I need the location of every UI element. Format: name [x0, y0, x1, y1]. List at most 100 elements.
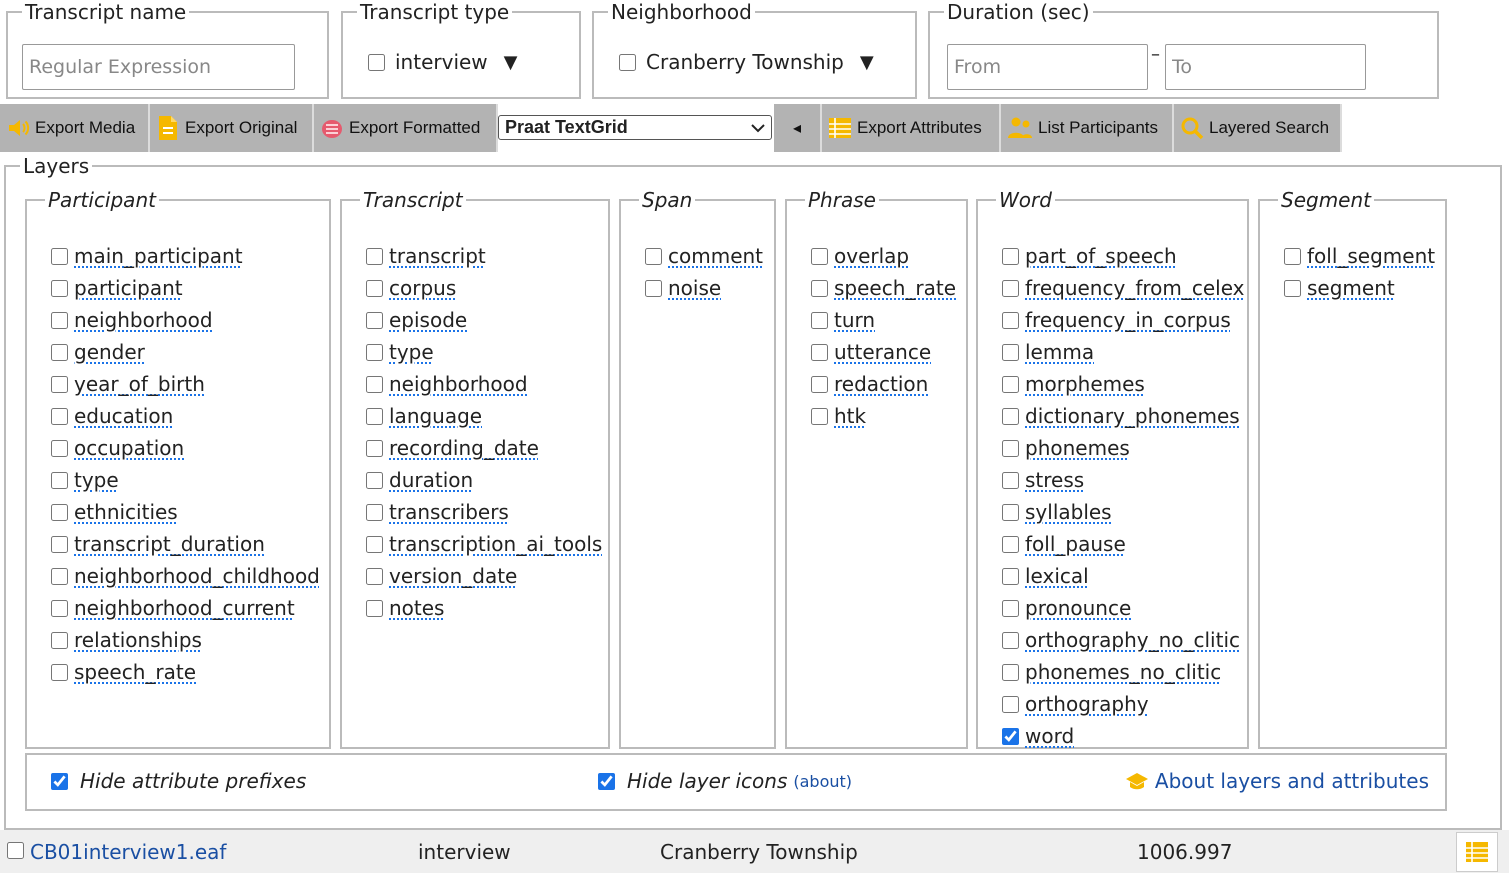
- layer-label[interactable]: notes: [389, 596, 444, 620]
- layer-label[interactable]: version_date: [389, 564, 517, 588]
- duration-from-input[interactable]: [947, 44, 1148, 90]
- layer-label[interactable]: stress: [1025, 468, 1084, 492]
- layer-checkbox[interactable]: [1002, 407, 1019, 425]
- about-icons-link[interactable]: (about): [793, 772, 852, 791]
- layer-item-main-participant[interactable]: main_participant: [51, 240, 320, 272]
- layer-item-education[interactable]: education: [51, 400, 320, 432]
- layer-checkbox[interactable]: [1002, 727, 1019, 745]
- layer-label[interactable]: frequency_in_corpus: [1025, 308, 1231, 332]
- layer-checkbox[interactable]: [811, 407, 828, 425]
- layer-item-comment[interactable]: comment: [645, 240, 763, 272]
- layer-label[interactable]: gender: [74, 340, 145, 364]
- layered-search-button[interactable]: Layered Search: [1174, 104, 1342, 152]
- layer-label[interactable]: speech_rate: [834, 276, 956, 300]
- layer-item-orthography[interactable]: orthography: [1002, 688, 1245, 720]
- layer-label[interactable]: transcript_duration: [74, 532, 265, 556]
- hide-attribute-prefixes-checkbox[interactable]: [51, 772, 68, 790]
- layer-item-speech-rate[interactable]: speech_rate: [51, 656, 320, 688]
- layer-checkbox[interactable]: [1002, 567, 1019, 585]
- layer-item-segment[interactable]: segment: [1284, 272, 1435, 304]
- layer-label[interactable]: noise: [668, 276, 721, 300]
- about-layers-link[interactable]: About layers and attributes: [1125, 769, 1429, 793]
- layer-label[interactable]: overlap: [834, 244, 909, 268]
- layer-item-relationships[interactable]: relationships: [51, 624, 320, 656]
- layer-checkbox[interactable]: [366, 311, 383, 329]
- layer-checkbox[interactable]: [366, 599, 383, 617]
- layer-checkbox[interactable]: [1002, 311, 1019, 329]
- layer-checkbox[interactable]: [1002, 695, 1019, 713]
- layer-checkbox[interactable]: [366, 567, 383, 585]
- layer-label[interactable]: foll_segment: [1307, 244, 1435, 268]
- layer-label[interactable]: syllables: [1025, 500, 1112, 524]
- layer-item-ethnicities[interactable]: ethnicities: [51, 496, 320, 528]
- layer-item-frequency-from-celex[interactable]: frequency_from_celex: [1002, 272, 1245, 304]
- layer-item-neighborhood-childhood[interactable]: neighborhood_childhood: [51, 560, 320, 592]
- layer-item-foll-pause[interactable]: foll_pause: [1002, 528, 1245, 560]
- layer-label[interactable]: neighborhood: [389, 372, 528, 396]
- layer-checkbox[interactable]: [51, 279, 68, 297]
- layer-checkbox[interactable]: [51, 311, 68, 329]
- layer-label[interactable]: neighborhood: [74, 308, 213, 332]
- layer-item-redaction[interactable]: redaction: [811, 368, 956, 400]
- layer-item-word[interactable]: word: [1002, 720, 1245, 752]
- layer-checkbox[interactable]: [1002, 631, 1019, 649]
- layer-label[interactable]: occupation: [74, 436, 184, 460]
- layer-checkbox[interactable]: [51, 503, 68, 521]
- layer-checkbox[interactable]: [51, 631, 68, 649]
- layer-checkbox[interactable]: [51, 663, 68, 681]
- export-original-button[interactable]: Export Original: [150, 104, 314, 152]
- layer-item-transcript-duration[interactable]: transcript_duration: [51, 528, 320, 560]
- layer-label[interactable]: morphemes: [1025, 372, 1145, 396]
- layer-checkbox[interactable]: [1002, 439, 1019, 457]
- layer-label[interactable]: foll_pause: [1025, 532, 1126, 556]
- transcript-name-input[interactable]: [22, 44, 295, 90]
- layer-label[interactable]: comment: [668, 244, 763, 268]
- layer-label[interactable]: htk: [834, 404, 866, 428]
- layer-checkbox[interactable]: [811, 247, 828, 265]
- layer-checkbox[interactable]: [51, 471, 68, 489]
- layer-label[interactable]: recording_date: [389, 436, 539, 460]
- layer-label[interactable]: pronounce: [1025, 596, 1131, 620]
- layer-item-utterance[interactable]: utterance: [811, 336, 956, 368]
- layer-label[interactable]: phonemes_no_clitic: [1025, 660, 1221, 684]
- layer-item-htk[interactable]: htk: [811, 400, 956, 432]
- layer-item-year-of-birth[interactable]: year_of_birth: [51, 368, 320, 400]
- layer-item-gender[interactable]: gender: [51, 336, 320, 368]
- layer-item-neighborhood[interactable]: neighborhood: [51, 304, 320, 336]
- hide-layer-icons-checkbox[interactable]: [598, 772, 615, 790]
- layer-label[interactable]: year_of_birth: [74, 372, 205, 396]
- layer-label[interactable]: transcript: [389, 244, 486, 268]
- layer-item-type[interactable]: type: [366, 336, 602, 368]
- layer-checkbox[interactable]: [51, 407, 68, 425]
- layer-item-episode[interactable]: episode: [366, 304, 602, 336]
- layer-checkbox[interactable]: [1002, 247, 1019, 265]
- layer-label[interactable]: frequency_from_celex: [1025, 276, 1245, 300]
- layer-item-foll-segment[interactable]: foll_segment: [1284, 240, 1435, 272]
- layer-checkbox[interactable]: [1002, 503, 1019, 521]
- layer-checkbox[interactable]: [1002, 535, 1019, 553]
- layer-label[interactable]: phonemes: [1025, 436, 1130, 460]
- layer-item-transcript[interactable]: transcript: [366, 240, 602, 272]
- layer-item-transcribers[interactable]: transcribers: [366, 496, 602, 528]
- layer-checkbox[interactable]: [645, 247, 662, 265]
- layer-label[interactable]: transcribers: [389, 500, 509, 524]
- layer-checkbox[interactable]: [1002, 279, 1019, 297]
- layer-label[interactable]: redaction: [834, 372, 928, 396]
- layer-label[interactable]: transcription_ai_tools: [389, 532, 602, 556]
- layer-item-neighborhood[interactable]: neighborhood: [366, 368, 602, 400]
- layer-label[interactable]: part_of_speech: [1025, 244, 1177, 268]
- hide-attribute-prefixes-option[interactable]: Hide attribute prefixes: [51, 769, 306, 793]
- layer-label[interactable]: duration: [389, 468, 473, 492]
- layer-label[interactable]: dictionary_phonemes: [1025, 404, 1240, 428]
- layer-item-notes[interactable]: notes: [366, 592, 602, 624]
- layer-item-orthography-no-clitic[interactable]: orthography_no_clitic: [1002, 624, 1245, 656]
- dropdown-caret-icon[interactable]: ▼: [860, 52, 874, 73]
- layer-item-language[interactable]: language: [366, 400, 602, 432]
- dropdown-caret-icon[interactable]: ▼: [504, 52, 518, 73]
- result-select-checkbox[interactable]: [7, 842, 24, 859]
- layer-label[interactable]: neighborhood_childhood: [74, 564, 320, 588]
- export-formatted-button[interactable]: Export Formatted: [314, 104, 498, 152]
- layer-label[interactable]: language: [389, 404, 482, 428]
- format-select[interactable]: Praat TextGrid: [498, 115, 772, 140]
- layer-checkbox[interactable]: [1002, 343, 1019, 361]
